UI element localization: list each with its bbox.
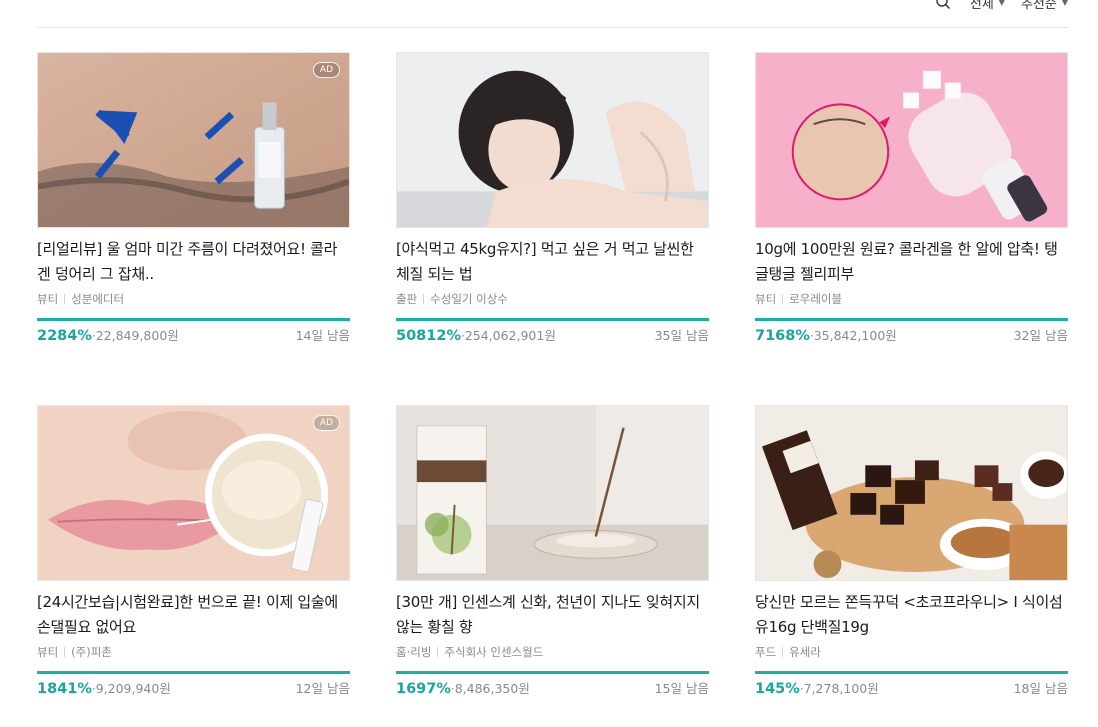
caret-down-icon: ▼: [1061, 0, 1068, 7]
divider: [782, 294, 784, 304]
funding-percent: 1697%: [396, 681, 451, 697]
card-title[interactable]: [30만 개] 인센스계 신화, 천년이 지나도 잊혀지지 않는 황칠 향: [396, 590, 709, 640]
card-thumbnail[interactable]: AD: [37, 52, 350, 228]
card-meta: 출판 수성일기 이상수: [396, 291, 709, 307]
collagen-jelly-image: [756, 53, 1067, 227]
project-card[interactable]: 당신만 모르는 쫀득꾸덕 <초코프라우니> I 식이섬유16g 단백질19g 푸…: [755, 405, 1068, 697]
filter-label: 전체: [969, 0, 994, 12]
woman-portrait-image: [397, 53, 708, 227]
lip-balm-image: [38, 406, 349, 580]
ad-badge: AD: [312, 415, 340, 431]
funding-progress-bar: [37, 671, 350, 674]
funding-progress-bar: [755, 318, 1068, 321]
card-category: 뷰티: [37, 645, 59, 659]
card-maker: (주)피촌: [71, 645, 112, 659]
card-category: 뷰티: [37, 292, 59, 306]
card-category: 푸드: [755, 645, 777, 659]
card-category: 홈·리빙: [396, 645, 432, 659]
divider: [64, 647, 66, 657]
card-stats: 145%·7,278,100원 18일 남음: [755, 678, 1068, 697]
sort-dropdown[interactable]: 추천순 ▼: [1021, 0, 1068, 12]
card-title[interactable]: [리얼리뷰] 울 엄마 미간 주름이 다려졌어요! 콜라겐 덩어리 그 잡채..: [37, 237, 350, 287]
card-thumbnail[interactable]: [755, 405, 1068, 581]
card-stats: 1697%·8,486,350원 15일 남음: [396, 678, 709, 697]
funding-amount: 22,849,800원: [95, 328, 179, 343]
card-meta: 뷰티 로우레이블: [755, 291, 1068, 307]
funding-amount: 7,278,100원: [803, 681, 879, 696]
card-category: 출판: [396, 292, 418, 306]
project-card[interactable]: [30만 개] 인센스계 신화, 천년이 지나도 잊혀지지 않는 황칠 향 홈·…: [396, 405, 709, 697]
card-meta: 홈·리빙 주식회사 인센스월드: [396, 644, 709, 660]
days-remaining: 12일 남음: [295, 681, 350, 696]
sort-label: 추천순: [1020, 0, 1057, 12]
card-maker: 유세라: [789, 645, 821, 659]
funding-percent: 1841%: [37, 681, 92, 697]
funding-progress-bar: [396, 671, 709, 674]
card-thumbnail[interactable]: AD: [37, 405, 350, 581]
days-remaining: 14일 남음: [295, 328, 350, 343]
skin-serum-image: [38, 53, 349, 227]
funding-progress-fill: [37, 318, 350, 321]
card-title[interactable]: [24시간보습|시험완료]한 번으로 끝! 이제 입술에 손댈필요 없어요: [37, 590, 350, 640]
funding-progress-fill: [396, 318, 709, 321]
funding-percent: 7168%: [755, 328, 810, 344]
funding-amount: 8,486,350원: [454, 681, 530, 696]
card-thumbnail[interactable]: [755, 52, 1068, 228]
divider: [782, 647, 784, 657]
funding-progress-bar: [37, 318, 350, 321]
funding-amount: 9,209,940원: [95, 681, 171, 696]
chocolate-brownie-image: [756, 406, 1067, 580]
funding-progress-bar: [755, 671, 1068, 674]
funding-progress-fill: [755, 671, 1068, 674]
divider: [423, 294, 425, 304]
incense-image: [397, 406, 708, 580]
project-card[interactable]: 10g에 100만원 원료? 콜라겐을 한 알에 압축! 탱글탱글 젤리피부 뷰…: [755, 52, 1068, 344]
search-button[interactable]: [932, 0, 954, 13]
card-maker: 주식회사 인센스월드: [444, 645, 544, 659]
funding-progress-bar: [396, 318, 709, 321]
card-stats: 2284%·22,849,800원 14일 남음: [37, 325, 350, 344]
funding-progress-fill: [755, 318, 1068, 321]
card-category: 뷰티: [755, 292, 777, 306]
card-meta: 푸드 유세라: [755, 644, 1068, 660]
filter-dropdown[interactable]: 전체 ▼: [970, 0, 1005, 12]
card-stats: 1841%·9,209,940원 12일 남음: [37, 678, 350, 697]
card-title[interactable]: [야식먹고 45kg유지?] 먹고 싶은 거 먹고 날씬한 체질 되는 법: [396, 237, 709, 287]
card-thumbnail[interactable]: [396, 405, 709, 581]
ad-badge: AD: [312, 62, 340, 78]
project-card[interactable]: AD [24시간보습|시험완료]한 번으로 끝! 이제 입술에 손댈필요 없어요…: [37, 405, 350, 697]
days-remaining: 15일 남음: [654, 681, 709, 696]
toolbar-controls: 전체 ▼ 추천순 ▼: [932, 0, 1068, 13]
card-maker: 성분에디터: [71, 292, 125, 306]
divider: [64, 294, 66, 304]
project-card[interactable]: [야식먹고 45kg유지?] 먹고 싶은 거 먹고 날씬한 체질 되는 법 출판…: [396, 52, 709, 344]
funding-progress-fill: [396, 671, 709, 674]
card-maker: 로우레이블: [789, 292, 843, 306]
project-card[interactable]: AD [리얼리뷰] 울 엄마 미간 주름이 다려졌어요! 콜라겐 덩어리 그 잡…: [37, 52, 350, 344]
funding-amount: 35,842,100원: [813, 328, 897, 343]
days-remaining: 35일 남음: [654, 328, 709, 343]
card-meta: 뷰티 성분에디터: [37, 291, 350, 307]
funding-progress-fill: [37, 671, 350, 674]
days-remaining: 18일 남음: [1013, 681, 1068, 696]
divider: [437, 647, 439, 657]
card-stats: 50812%·254,062,901원 35일 남음: [396, 325, 709, 344]
card-stats: 7168%·35,842,100원 32일 남음: [755, 325, 1068, 344]
days-remaining: 32일 남음: [1013, 328, 1068, 343]
caret-down-icon: ▼: [998, 0, 1005, 7]
toolbar: 전체 ▼ 추천순 ▼: [37, 0, 1068, 28]
card-title[interactable]: 당신만 모르는 쫀득꾸덕 <초코프라우니> I 식이섬유16g 단백질19g: [755, 590, 1068, 640]
card-maker: 수성일기 이상수: [430, 292, 508, 306]
funding-percent: 50812%: [396, 328, 461, 344]
funding-amount: 254,062,901원: [464, 328, 556, 343]
funding-percent: 145%: [755, 681, 800, 697]
card-thumbnail[interactable]: [396, 52, 709, 228]
card-meta: 뷰티 (주)피촌: [37, 644, 350, 660]
search-icon: [936, 0, 950, 9]
card-title[interactable]: 10g에 100만원 원료? 콜라겐을 한 알에 압축! 탱글탱글 젤리피부: [755, 237, 1068, 287]
funding-percent: 2284%: [37, 328, 92, 344]
